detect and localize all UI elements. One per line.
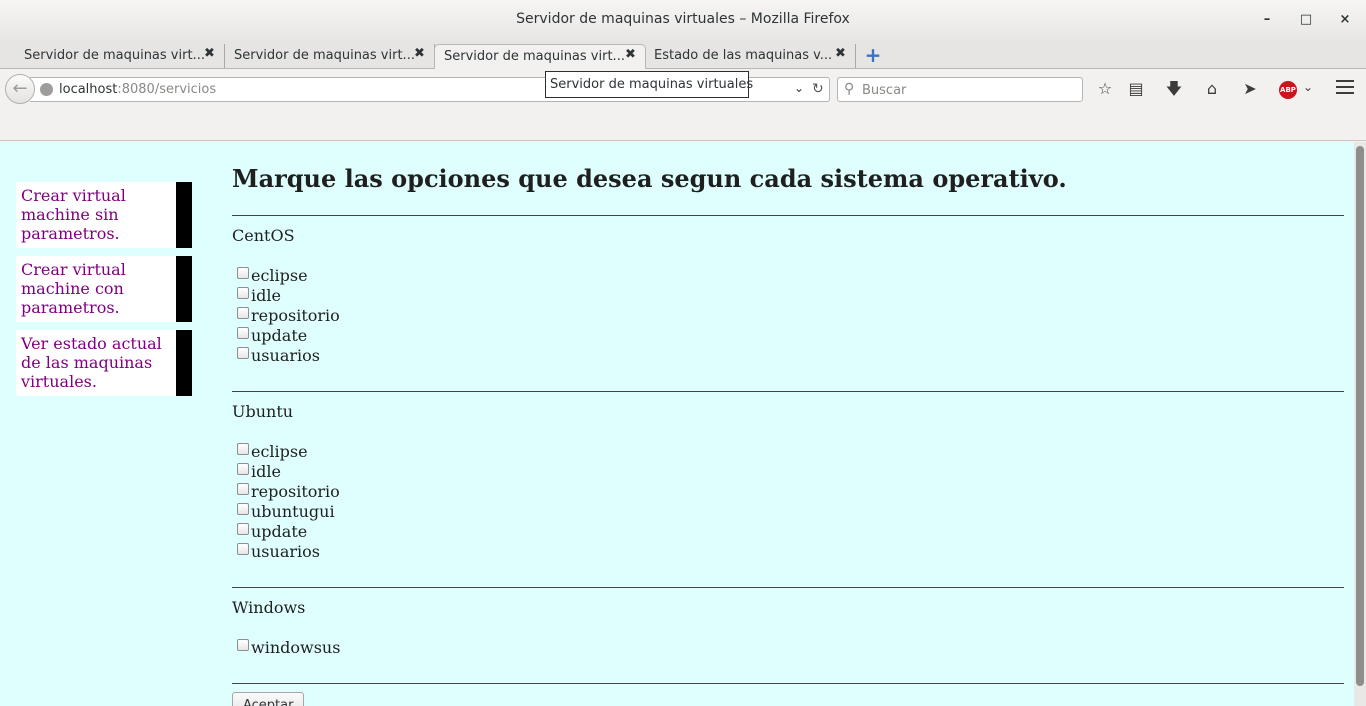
section-title-centos: CentOS <box>232 226 295 245</box>
option-row: usuarios <box>232 345 1344 365</box>
option-label: windowsus <box>251 637 341 657</box>
create-vm-params-link[interactable]: Crear virtual machine con parametros. <box>21 260 126 317</box>
option-label: repositorio <box>251 305 340 325</box>
send-icon[interactable]: ➤ <box>1239 78 1261 100</box>
option-label: update <box>251 521 308 541</box>
option-label: eclipse <box>251 265 308 285</box>
checkbox[interactable] <box>237 443 249 455</box>
tab-2[interactable]: Servidor de maquinas virt... ✖ <box>210 44 435 69</box>
option-row: eclipse <box>232 265 1344 285</box>
option-label: usuarios <box>251 541 320 561</box>
new-tab-button[interactable]: + <box>862 44 884 66</box>
chevron-down-icon[interactable]: ⌄ <box>1303 80 1313 94</box>
checkbox[interactable] <box>237 639 249 651</box>
checkbox[interactable] <box>237 503 249 515</box>
checkbox[interactable] <box>237 267 249 279</box>
tab-label: Servidor de maquinas virt... <box>24 48 205 63</box>
sidebar-item-create-vm-params: Crear virtual machine con parametros. <box>16 256 192 322</box>
download-icon[interactable]: 🡇 <box>1163 78 1185 100</box>
checkbox[interactable] <box>237 463 249 475</box>
arrow-left-icon: ← <box>12 78 28 99</box>
divider <box>232 587 1344 588</box>
tab-label: Servidor de maquinas virt... <box>444 49 625 64</box>
tab-label: Servidor de maquinas virt... <box>234 48 415 63</box>
option-label: update <box>251 325 308 345</box>
option-label: usuarios <box>251 345 320 365</box>
reader-icon[interactable]: ▤ <box>1125 78 1147 100</box>
tab-label: Estado de las maquinas v... <box>654 48 833 63</box>
option-row: repositorio <box>232 481 1344 501</box>
divider <box>232 683 1344 684</box>
home-icon[interactable]: ⌂ <box>1201 78 1223 100</box>
option-label: repositorio <box>251 481 340 501</box>
option-row: windowsus <box>232 637 1344 657</box>
back-button[interactable]: ← <box>5 74 35 104</box>
scrollbar-thumb[interactable] <box>1356 146 1364 686</box>
reload-icon[interactable]: ↻ <box>812 81 824 97</box>
menu-icon[interactable] <box>1336 80 1354 96</box>
vertical-scrollbar[interactable] <box>1354 142 1366 706</box>
page-title: Marque las opciones que desea segun cada… <box>232 164 1067 193</box>
chevron-down-icon[interactable]: ⌄ <box>794 81 804 95</box>
checkbox[interactable] <box>237 287 249 299</box>
checkbox[interactable] <box>237 307 249 319</box>
search-input[interactable] <box>862 81 1072 99</box>
create-vm-link[interactable]: Crear virtual machine sin parametros. <box>21 186 126 243</box>
vm-status-link[interactable]: Ver estado actual de las maquinas virtua… <box>21 334 162 391</box>
window-title: Servidor de maquinas virtuales – Mozilla… <box>516 11 850 27</box>
option-row: update <box>232 521 1344 541</box>
tab-close-icon[interactable]: ✖ <box>835 46 846 61</box>
search-icon: ⚲ <box>844 81 855 97</box>
option-label: eclipse <box>251 441 308 461</box>
checkbox[interactable] <box>237 347 249 359</box>
options-ubuntu: eclipse idle repositorio ubuntugui updat… <box>232 441 1344 561</box>
window-titlebar: Servidor de maquinas virtuales – Mozilla… <box>0 0 1366 40</box>
maximize-button[interactable]: □ <box>1296 10 1316 30</box>
url-path: :8080/servicios <box>117 82 217 97</box>
adblock-icon[interactable]: ABP <box>1279 81 1297 99</box>
option-row: idle <box>232 461 1344 481</box>
sidebar-item-vm-status: Ver estado actual de las maquinas virtua… <box>16 330 192 396</box>
option-row: update <box>232 325 1344 345</box>
url-host: localhost <box>59 82 118 97</box>
tab-close-icon[interactable]: ✖ <box>625 47 636 62</box>
option-row: usuarios <box>232 541 1344 561</box>
sidebar-menu: Crear virtual machine sin parametros. Cr… <box>16 182 192 404</box>
option-row: repositorio <box>232 305 1344 325</box>
sidebar-item-create-vm: Crear virtual machine sin parametros. <box>16 182 192 248</box>
option-row: ubuntugui <box>232 501 1344 521</box>
checkbox[interactable] <box>237 483 249 495</box>
search-bar[interactable]: ⚲ <box>837 77 1083 102</box>
option-label: idle <box>251 285 281 305</box>
minimize-button[interactable]: – <box>1257 10 1277 30</box>
section-title-ubuntu: Ubuntu <box>232 402 294 421</box>
submit-button[interactable]: Aceptar <box>232 692 305 706</box>
globe-icon <box>40 83 53 96</box>
checkbox[interactable] <box>237 327 249 339</box>
tab-close-icon[interactable]: ✖ <box>414 46 425 61</box>
tab-3-active[interactable]: Servidor de maquinas virt... ✖ <box>434 44 646 70</box>
option-row: idle <box>232 285 1344 305</box>
star-icon[interactable]: ☆ <box>1094 78 1116 100</box>
checkbox[interactable] <box>237 543 249 555</box>
close-window-button[interactable]: × <box>1335 10 1355 30</box>
tab-separator <box>855 44 856 68</box>
option-label: idle <box>251 461 281 481</box>
checkbox[interactable] <box>237 523 249 535</box>
tab-1[interactable]: Servidor de maquinas virt... ✖ <box>0 44 225 69</box>
page-content: Crear virtual machine sin parametros. Cr… <box>0 142 1354 706</box>
divider <box>232 215 1344 216</box>
url-text[interactable]: localhost:8080/servicios <box>59 82 216 97</box>
options-windows: windowsus <box>232 637 1344 657</box>
option-label: ubuntugui <box>251 501 335 521</box>
divider <box>232 391 1344 392</box>
tab-4[interactable]: Estado de las maquinas v... ✖ <box>646 44 856 69</box>
section-title-windows: Windows <box>232 598 306 617</box>
tab-tooltip: Servidor de maquinas virtuales <box>545 71 753 98</box>
tab-strip: Servidor de maquinas virt... ✖ Servidor … <box>0 40 1366 70</box>
options-form: Marque las opciones que desea segun cada… <box>232 164 1344 706</box>
option-row: eclipse <box>232 441 1344 461</box>
options-centos: eclipse idle repositorio update usuarios <box>232 265 1344 365</box>
